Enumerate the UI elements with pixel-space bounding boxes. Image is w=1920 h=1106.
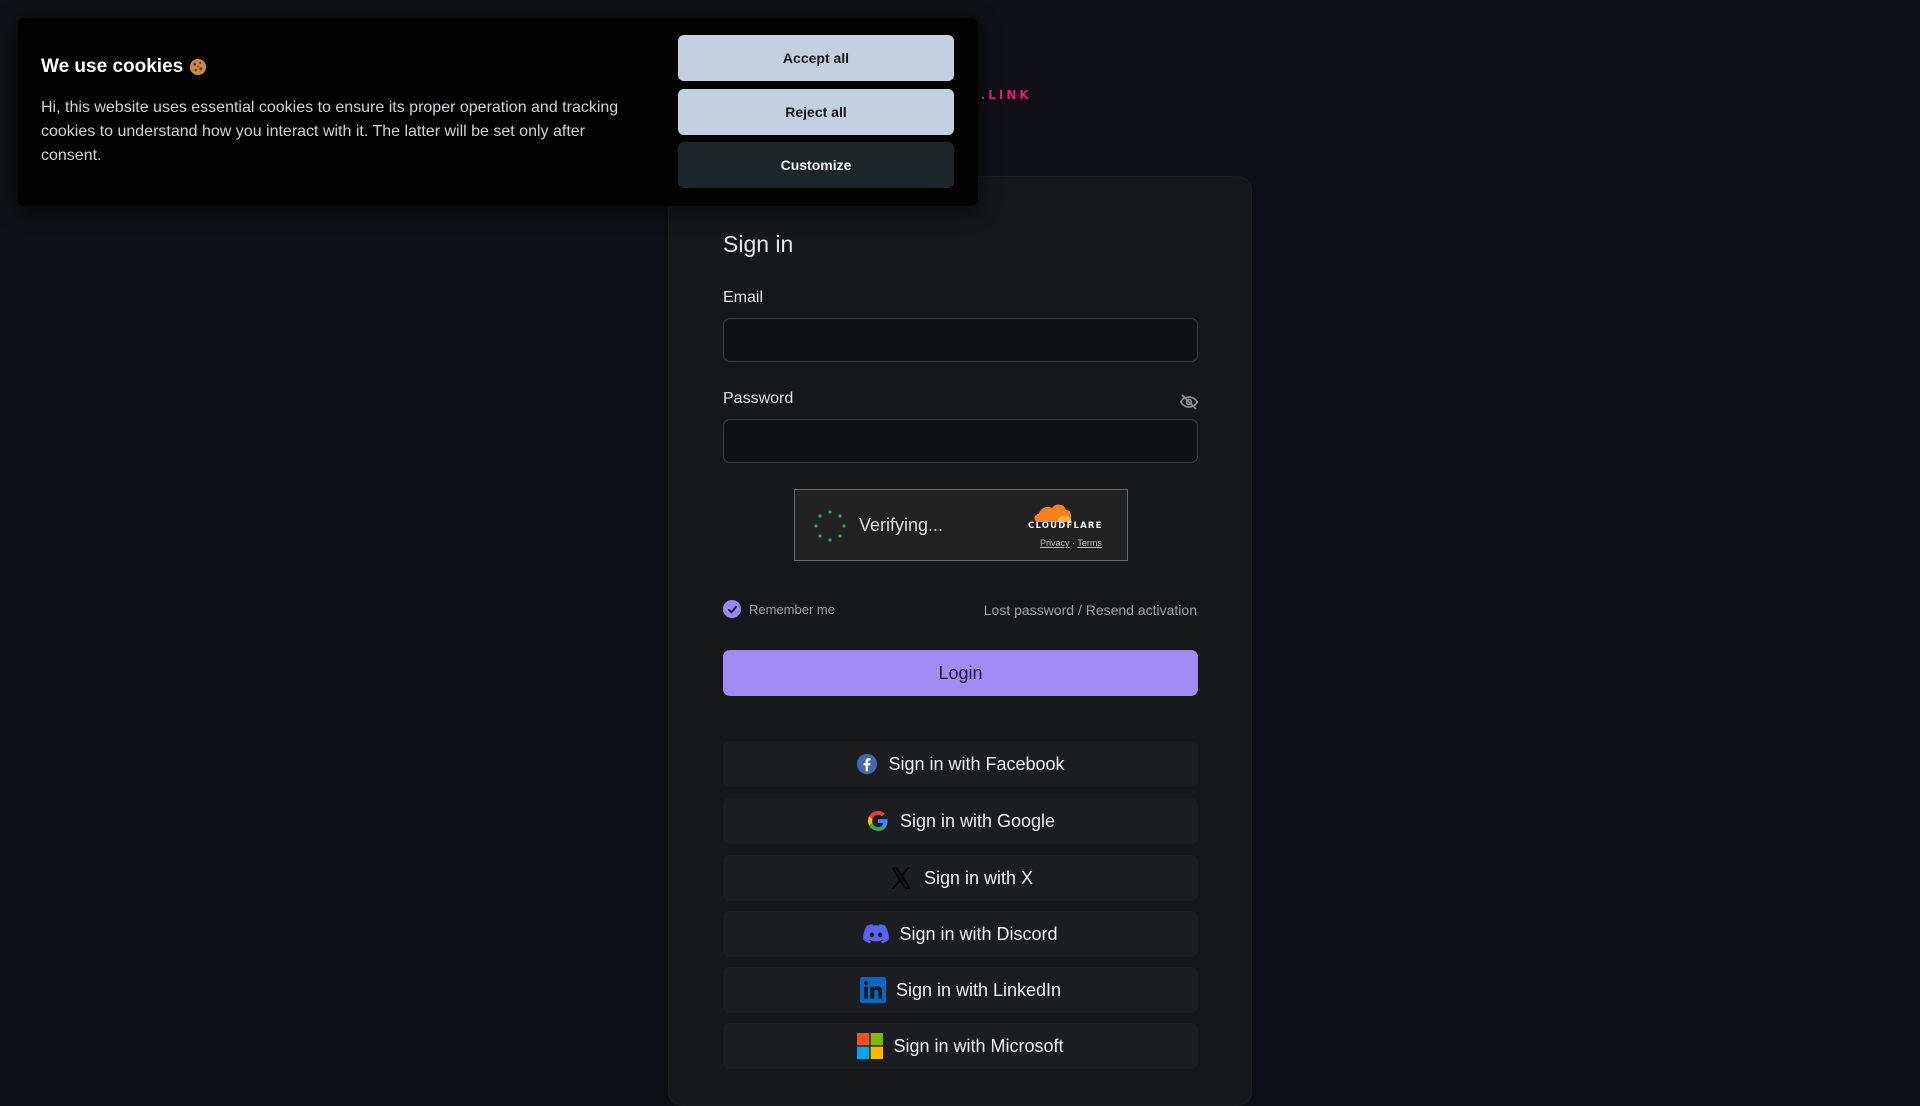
spinner-icon — [814, 510, 846, 542]
facebook-icon — [857, 753, 878, 775]
linkedin-signin-button[interactable]: Sign in with LinkedIn — [723, 967, 1198, 1013]
discord-signin-button[interactable]: Sign in with Discord — [723, 911, 1198, 957]
password-label: Password — [723, 390, 794, 407]
microsoft-signin-button[interactable]: Sign in with Microsoft — [723, 1023, 1198, 1069]
google-icon — [867, 810, 888, 831]
discord-icon — [863, 924, 890, 944]
password-field[interactable] — [723, 419, 1198, 463]
cookie-title-text: We use cookies — [41, 56, 184, 77]
remember-me-label: Remember me — [749, 601, 835, 617]
link-separator: · — [1072, 538, 1076, 548]
checkmark-icon — [723, 600, 741, 618]
google-signin-button[interactable]: Sign in with Google — [723, 798, 1198, 844]
cookie-title: We use cookies — [41, 56, 207, 78]
page-title: Sign in — [723, 231, 794, 257]
x-signin-button[interactable]: Sign in with X — [723, 855, 1198, 901]
login-button[interactable]: Login — [723, 650, 1198, 696]
eye-off-icon[interactable] — [1179, 392, 1199, 412]
verify-status: Verifying... — [859, 515, 944, 535]
turnstile-links: Privacy · Terms — [1040, 538, 1102, 548]
x-icon — [891, 867, 911, 889]
microsoft-icon — [857, 1033, 884, 1059]
customize-button[interactable]: Customize — [678, 142, 954, 188]
social-label: Sign in with Facebook — [888, 753, 1065, 774]
cookie-description: Hi, this website uses essential cookies … — [41, 99, 619, 164]
social-label: Sign in with Microsoft — [893, 1035, 1064, 1056]
privacy-link[interactable]: Privacy — [1040, 538, 1070, 548]
cloudflare-brand: CLOUDFLARE — [1028, 521, 1103, 531]
cookie-banner: We use cookies Hi, this website uses ess… — [18, 18, 978, 206]
social-label: Sign in with Discord — [899, 923, 1058, 944]
social-label: Sign in with LinkedIn — [895, 979, 1062, 1000]
cloudflare-turnstile[interactable]: Verifying... CLOUDFLARE Privacy · Terms — [794, 489, 1128, 561]
linkedin-icon — [859, 977, 886, 1003]
site-logo[interactable]: S.LINK — [969, 88, 1032, 102]
accept-all-button[interactable]: Accept all — [678, 35, 954, 81]
email-label: Email — [723, 289, 764, 306]
email-field[interactable] — [723, 318, 1198, 362]
reject-all-button[interactable]: Reject all — [678, 89, 954, 135]
signin-card: Sign in Email Password Verifying... CLOU… — [668, 176, 1252, 1106]
terms-link[interactable]: Terms — [1077, 538, 1102, 548]
remember-me-checkbox[interactable]: Remember me — [723, 600, 835, 618]
facebook-signin-button[interactable]: Sign in with Facebook — [723, 741, 1198, 787]
lost-password-link[interactable]: Lost password / Resend activation — [984, 602, 1197, 618]
social-label: Sign in with Google — [899, 810, 1056, 831]
cookie-icon — [190, 58, 207, 76]
social-label: Sign in with X — [923, 867, 1034, 888]
